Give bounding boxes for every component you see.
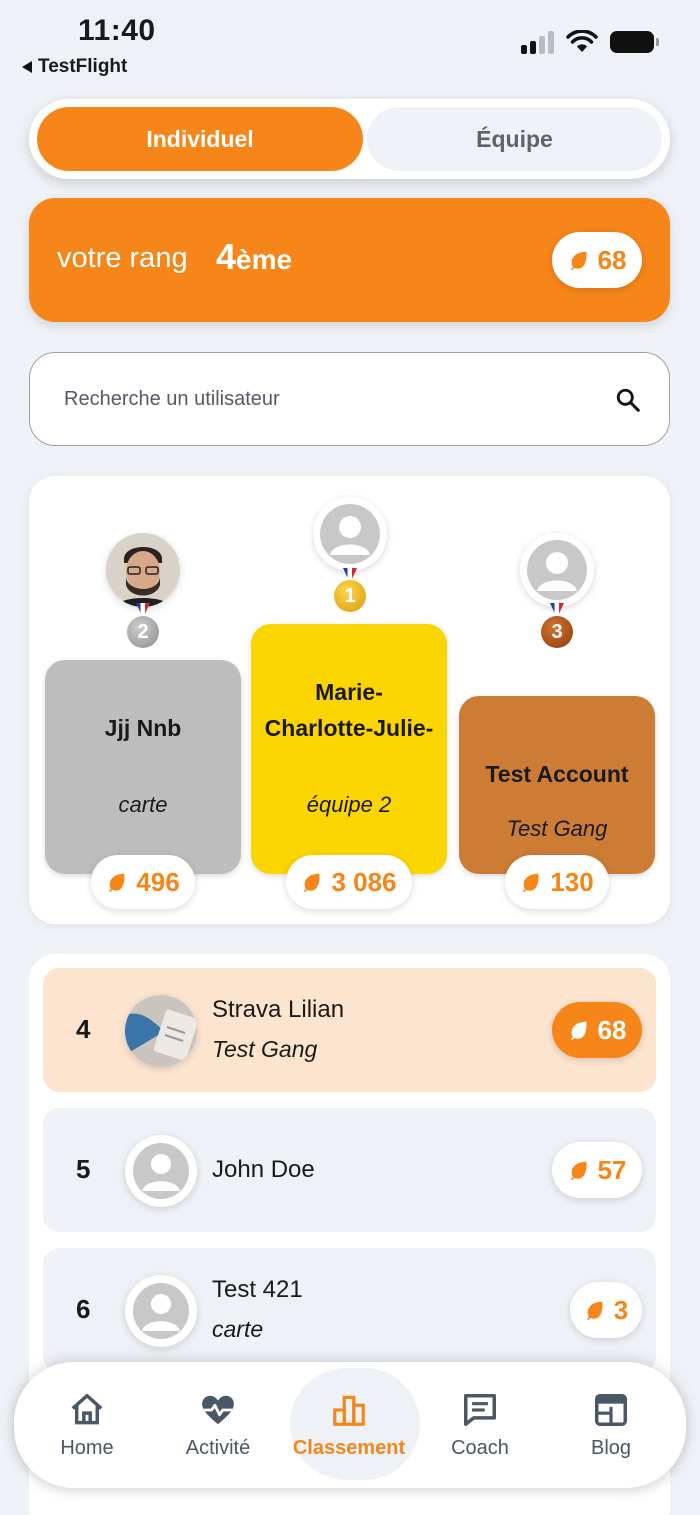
leaf-icon [109, 873, 125, 893]
row-name: John Doe [212, 1156, 315, 1183]
nav-activity[interactable]: Activité [153, 1374, 283, 1476]
podium-2-points: 496 [91, 855, 195, 909]
rank-label: votre rang [57, 242, 188, 274]
leaderboard-row-current-user[interactable]: 4 Strava Lilian Test Gang 68 [43, 968, 656, 1092]
nav-ranking-label: Classement [292, 1436, 406, 1459]
nav-ranking[interactable]: Classement [284, 1368, 420, 1480]
nav-coach[interactable]: Coach [415, 1374, 545, 1476]
podium-team: Test Gang [506, 816, 608, 841]
ranking-type-toggle: Individuel Équipe [29, 99, 670, 179]
search-input[interactable] [64, 381, 584, 417]
tab-individual[interactable]: Individuel [37, 107, 363, 171]
podium-card: 2 1 3 Jjj Nnb carte Marie-Charlotte-Juli… [29, 476, 670, 924]
user-search-box [29, 352, 670, 446]
nav-blog[interactable]: Blog [546, 1374, 676, 1476]
row-name: Strava Lilian [212, 996, 345, 1023]
chat-icon [464, 1393, 496, 1426]
row-points: 57 [552, 1142, 642, 1198]
default-avatar-icon [133, 1283, 189, 1339]
gold-medal-icon: 1 [334, 580, 366, 612]
leaf-icon [570, 251, 587, 271]
heart-pulse-icon [202, 1395, 234, 1424]
nav-activity-label: Activité [185, 1436, 251, 1459]
nav-home-label: Home [60, 1436, 114, 1459]
status-time: 11:40 [78, 14, 156, 47]
podium-block-2[interactable]: Jjj Nnb carte [45, 660, 241, 874]
home-icon [71, 1393, 103, 1424]
battery-icon [610, 31, 659, 53]
points-value: 3 086 [331, 866, 397, 897]
leaf-icon [570, 1021, 587, 1041]
bottom-nav: Home Activité Classement Coach Blog [14, 1362, 686, 1488]
newspaper-icon [595, 1393, 627, 1426]
tab-team[interactable]: Équipe [367, 107, 662, 171]
my-points-badge: 68 [552, 232, 642, 288]
leaf-icon [523, 873, 539, 893]
podium-name: Test Account [485, 761, 629, 787]
default-avatar-icon [133, 1143, 189, 1199]
points-value: 57 [597, 1154, 627, 1185]
podium-name: Jjj Nnb [104, 715, 182, 741]
podium-icon [333, 1395, 365, 1426]
row-points: 68 [552, 1002, 642, 1058]
leaf-icon [570, 1161, 587, 1181]
row-avatar [125, 995, 197, 1067]
podium-name: Marie-Charlotte-Julie- [264, 679, 434, 741]
default-avatar-icon [320, 504, 380, 564]
podium-2-avatar[interactable] [106, 533, 180, 607]
leaderboard-row[interactable]: 6 Test 421 carte 3 [43, 1248, 656, 1372]
podium-2-ribbon [136, 603, 150, 615]
row-rank: 5 [76, 1154, 91, 1184]
podium-block-1[interactable]: Marie-Charlotte-Julie- équipe 2 [251, 624, 447, 874]
leaderboard-row[interactable]: 5 John Doe 57 [43, 1108, 656, 1232]
search-icon[interactable] [615, 387, 641, 413]
nav-coach-label: Coach [451, 1436, 509, 1459]
podium-team: carte [118, 792, 168, 817]
row-points: 3 [570, 1282, 642, 1338]
podium-3-ribbon [550, 603, 564, 615]
silver-medal-icon: 2 [127, 616, 159, 648]
points-value: 3 [613, 1294, 629, 1325]
row-avatar [125, 1275, 197, 1347]
back-to-testflight[interactable]: TestFlight [22, 56, 127, 78]
my-points-value: 68 [597, 244, 627, 275]
status-icons [521, 30, 659, 54]
rank-value: 4ème [216, 236, 292, 278]
podium-block-3[interactable]: Test Account Test Gang [459, 696, 655, 874]
nav-home[interactable]: Home [22, 1374, 152, 1476]
my-rank-banner: votre rang 4ème 68 [29, 198, 670, 322]
podium-1-ribbon [343, 568, 357, 580]
default-avatar-icon [527, 540, 587, 600]
points-value: 68 [597, 1014, 627, 1045]
back-arrow-icon [22, 61, 32, 73]
points-value: 496 [136, 866, 180, 897]
wifi-icon [566, 30, 598, 52]
row-rank: 4 [76, 1014, 91, 1044]
points-value: 130 [550, 866, 594, 897]
podium-team: équipe 2 [306, 792, 392, 817]
bronze-medal-icon: 3 [541, 616, 573, 648]
row-team: carte [212, 1316, 264, 1342]
back-app-label: TestFlight [38, 56, 128, 77]
podium-1-avatar[interactable] [313, 497, 387, 571]
cellular-signal-icon [521, 30, 554, 54]
rank-number: 4 [216, 236, 237, 277]
user-photo-icon [125, 995, 197, 1067]
row-name: Test 421 [212, 1276, 303, 1303]
leaf-icon [304, 873, 320, 893]
row-avatar [125, 1135, 197, 1207]
podium-3-points: 130 [505, 855, 609, 909]
podium-1-points: 3 086 [286, 855, 412, 909]
podium-3-avatar[interactable] [520, 533, 594, 607]
leaf-icon [586, 1301, 603, 1321]
user-photo-icon [106, 533, 180, 607]
row-rank: 6 [76, 1294, 91, 1324]
nav-blog-label: Blog [590, 1436, 632, 1459]
rank-suffix: ème [236, 244, 293, 275]
row-team: Test Gang [212, 1036, 318, 1062]
